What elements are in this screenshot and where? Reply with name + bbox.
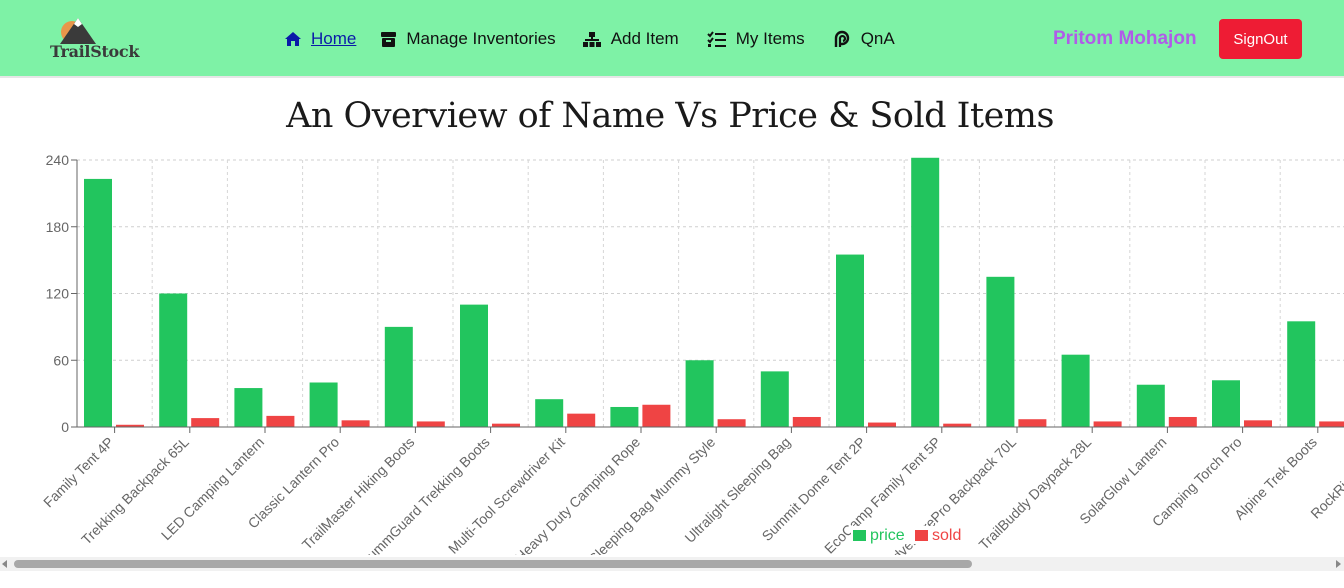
nav-add-item[interactable]: Add Item [582, 29, 679, 49]
bar-sold [642, 404, 671, 427]
scroll-left-icon[interactable] [2, 560, 7, 568]
bar-price [1136, 384, 1165, 427]
nav-home-label: Home [311, 29, 357, 48]
brand-name: TrailStock [50, 42, 140, 61]
nav-add-item-label: Add Item [610, 29, 679, 48]
nav-qna[interactable]: QnA [833, 29, 895, 49]
bar-price [234, 388, 263, 427]
bar-sold [792, 416, 821, 427]
bar-price [159, 293, 188, 427]
legend-swatch [853, 530, 866, 541]
y-tick-label: 60 [53, 352, 69, 368]
bar-price [84, 178, 112, 427]
archive-box-icon [381, 31, 397, 47]
sitemap-icon [582, 31, 601, 47]
bar-price [384, 326, 413, 427]
bar-sold [1018, 419, 1047, 427]
nav-qna-label: QnA [860, 29, 895, 48]
checklist-icon [707, 30, 726, 47]
brand-logo[interactable]: TrailStock [50, 14, 140, 66]
nav-manage-inventories[interactable]: Manage Inventories [380, 29, 556, 49]
bar-sold [1244, 420, 1272, 427]
legend-label: sold [932, 527, 961, 544]
legend-label: price [870, 527, 905, 544]
bar-sold [567, 413, 596, 427]
scrollbar-thumb[interactable] [14, 560, 972, 568]
bar-price [685, 360, 714, 427]
question-spiral-icon [834, 30, 849, 47]
nav-home[interactable]: Home [284, 29, 356, 49]
y-tick-label: 180 [46, 219, 70, 235]
navbar: TrailStock Home Manage Inventories Add I… [0, 0, 1344, 78]
y-tick-label: 240 [46, 152, 70, 168]
nav-my-items[interactable]: My Items [707, 29, 805, 49]
bar-sold [868, 422, 896, 427]
bar-sold [341, 420, 370, 427]
home-icon [285, 32, 301, 46]
bar-sold [492, 423, 520, 427]
x-tick-label: Alpine Trek Boots [1231, 434, 1320, 523]
bar-sold [1168, 416, 1197, 427]
bar-price [1061, 354, 1090, 427]
legend-swatch [915, 530, 928, 541]
bar-sold [943, 423, 972, 427]
bar-price [610, 406, 639, 427]
bar-price [986, 276, 1015, 427]
bar-price [911, 157, 940, 427]
bar-price [460, 304, 488, 427]
x-tick-label: Family Tent 4P [40, 434, 117, 511]
bar-sold [416, 421, 445, 427]
main-nav: Home Manage Inventories Add Item My Item… [284, 0, 895, 78]
bar-sold [191, 418, 220, 427]
bar-price [1212, 380, 1240, 427]
bar-price [1287, 321, 1316, 427]
bar-price [836, 254, 864, 427]
page-title: An Overview of Name Vs Price & Sold Item… [286, 96, 1054, 136]
scroll-right-icon[interactable] [1336, 560, 1341, 568]
y-tick-label: 120 [46, 286, 70, 302]
bar-sold [266, 415, 295, 427]
user-name: Pritom Mohajon [1053, 28, 1197, 49]
nav-manage-inventories-label: Manage Inventories [406, 29, 556, 48]
bar-sold [1093, 421, 1122, 427]
page-bottom-strip [0, 571, 1344, 588]
signout-button[interactable]: SignOut [1219, 19, 1302, 59]
bar-sold [717, 419, 746, 427]
bar-price [309, 382, 338, 427]
nav-my-items-label: My Items [735, 29, 805, 48]
bar-sold [1319, 421, 1344, 427]
y-tick-label: 0 [61, 419, 69, 435]
bar-price [535, 399, 564, 427]
bar-price [760, 371, 789, 427]
bar-chart: 060120180240Family Tent 4PTrekking Backp… [40, 152, 1344, 555]
